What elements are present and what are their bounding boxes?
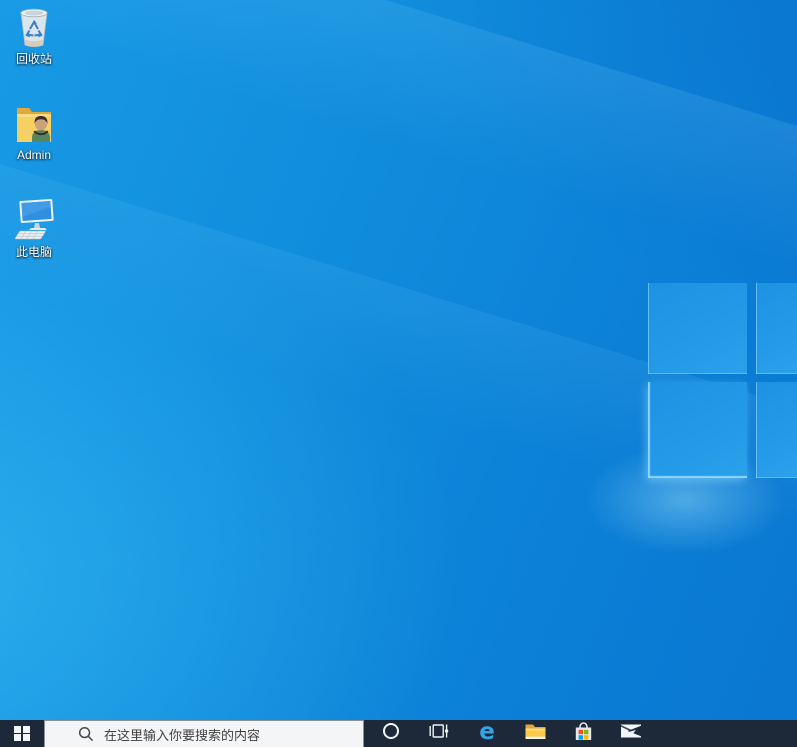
cortana-circle-icon [382, 722, 400, 745]
wallpaper-windows-logo [648, 283, 797, 478]
windows-logo-pane [756, 382, 797, 478]
folder-icon [524, 722, 547, 746]
search-placeholder-text: 在这里输入你要搜索的内容 [104, 725, 260, 744]
this-pc-icon [11, 197, 57, 243]
store-bag-icon [573, 721, 594, 747]
windows-logo-pane [648, 283, 747, 374]
windows-logo-pane [648, 382, 747, 478]
icon-label-admin: Admin [17, 148, 51, 162]
mail-button[interactable] [607, 720, 655, 747]
store-button[interactable] [559, 720, 607, 747]
file-explorer-button[interactable] [511, 720, 559, 747]
search-icon [78, 726, 94, 742]
edge-icon: e [479, 721, 495, 744]
windows-start-icon [14, 726, 30, 742]
desktop-icon-this-pc[interactable]: 此电脑 [0, 197, 68, 259]
cortana-button[interactable] [367, 720, 415, 747]
desktop-icon-admin-folder[interactable]: Admin [0, 100, 68, 162]
task-view-button[interactable] [415, 720, 463, 747]
admin-folder-icon [11, 100, 57, 146]
edge-button[interactable]: e [463, 720, 511, 747]
mail-envelope-icon [620, 723, 642, 744]
start-button[interactable] [0, 720, 44, 747]
task-view-icon [429, 722, 449, 745]
desktop-icon-recycle-bin[interactable]: 回收站 [0, 4, 68, 66]
icon-label-this-pc: 此电脑 [16, 245, 52, 259]
taskbar-search-input[interactable]: 在这里输入你要搜索的内容 [44, 720, 364, 747]
system-tray-empty-area [655, 720, 797, 747]
windows-logo-pane [756, 283, 797, 374]
taskbar: 在这里输入你要搜索的内容 e [0, 720, 797, 747]
desktop-wallpaper: 回收站 Admin [0, 0, 797, 747]
icon-label-recycle-bin: 回收站 [16, 52, 52, 66]
recycle-bin-icon [11, 4, 57, 50]
taskbar-buttons: e [367, 720, 655, 747]
